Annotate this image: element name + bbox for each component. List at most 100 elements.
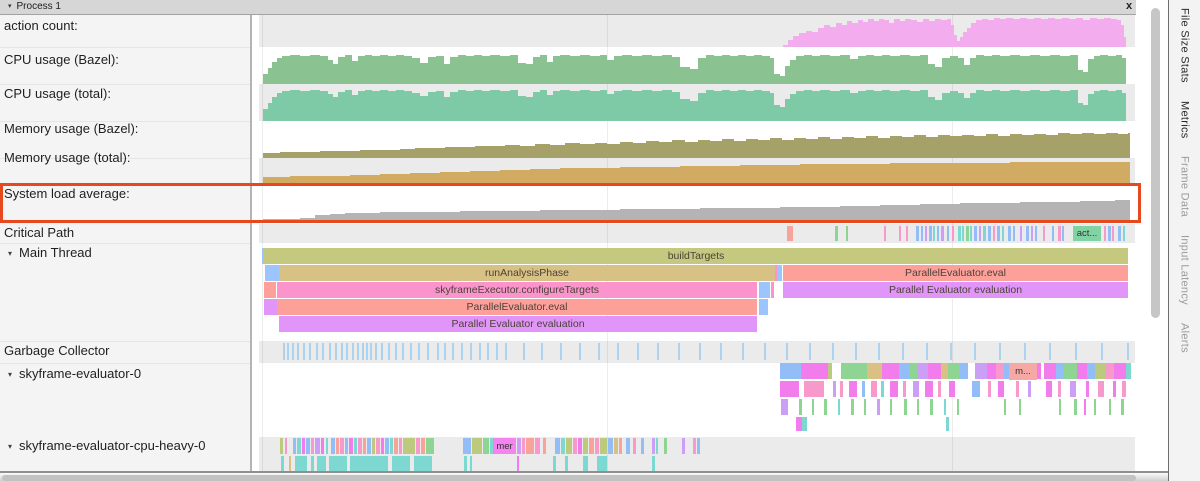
gc-event-tick[interactable] — [999, 343, 1001, 360]
cpuheavy-trace-span[interactable] — [281, 456, 284, 471]
trace-span-labeled[interactable]: Parallel Evaluator evaluation — [783, 282, 1128, 298]
cpuheavy-trace-span[interactable] — [394, 438, 398, 454]
cpuheavy-trace-span[interactable] — [336, 438, 339, 454]
critical-path-event[interactable] — [899, 226, 901, 241]
evaluator0-trace-span[interactable] — [959, 363, 968, 379]
evaluator0-trace-span[interactable] — [801, 363, 828, 379]
evaluator0-trace-span[interactable] — [913, 381, 919, 397]
process-title[interactable]: ▾Process 1 — [8, 1, 61, 12]
evaluator0-trace-span[interactable] — [1106, 363, 1114, 379]
evaluator0-trace-span[interactable] — [928, 363, 941, 379]
cpuheavy-trace-span[interactable] — [403, 438, 415, 454]
gc-event-tick[interactable] — [487, 343, 489, 360]
critical-path-event[interactable] — [1112, 226, 1114, 241]
gc-event-tick[interactable] — [303, 343, 305, 360]
gc-event-tick[interactable] — [357, 343, 359, 360]
evaluator0-trace-span[interactable] — [890, 381, 898, 397]
critical-path-event-labeled[interactable]: act... — [1073, 226, 1101, 241]
counter-chart-cpu-usage-total-[interactable] — [259, 84, 1135, 121]
evaluator0-trace-span[interactable] — [988, 381, 991, 397]
gc-event-tick[interactable] — [479, 343, 481, 360]
cpuheavy-trace-span[interactable] — [517, 438, 521, 454]
cpuheavy-trace-span[interactable] — [464, 456, 467, 471]
gc-event-tick[interactable] — [926, 343, 928, 360]
cpuheavy-trace-span[interactable] — [633, 438, 636, 454]
gc-event-tick[interactable] — [764, 343, 766, 360]
cpuheavy-trace-span[interactable] — [543, 438, 546, 454]
trace-span[interactable] — [265, 265, 279, 281]
cpuheavy-trace-span[interactable] — [553, 456, 556, 471]
gc-event-tick[interactable] — [902, 343, 904, 360]
collapse-arrow-icon[interactable]: ▾ — [8, 249, 12, 258]
gc-event-tick[interactable] — [297, 343, 299, 360]
evaluator0-trace-span[interactable] — [1044, 363, 1056, 379]
evaluator0-trace-span[interactable] — [877, 399, 880, 415]
evaluator0-trace-span[interactable] — [849, 381, 857, 397]
evaluator0-trace-span[interactable] — [780, 363, 801, 379]
counter-chart-memory-usage-bazel-[interactable] — [259, 121, 1135, 158]
gc-event-tick[interactable] — [742, 343, 744, 360]
gc-event-tick[interactable] — [335, 343, 337, 360]
evaluator0-trace-span[interactable] — [851, 399, 854, 415]
gc-event-tick[interactable] — [855, 343, 857, 360]
evaluator0-span-labeled[interactable]: m... — [1009, 363, 1037, 380]
evaluator0-trace-span[interactable] — [1086, 381, 1089, 397]
evaluator0-trace-span[interactable] — [1046, 381, 1052, 397]
critical-path-event[interactable] — [1058, 226, 1061, 241]
gc-event-tick[interactable] — [678, 343, 680, 360]
evaluator0-trace-span[interactable] — [1113, 381, 1116, 397]
cpuheavy-trace-span[interactable] — [317, 456, 326, 471]
critical-path-event[interactable] — [997, 226, 1000, 241]
critical-path-event[interactable] — [787, 226, 793, 241]
cpuheavy-trace-span[interactable] — [565, 456, 568, 471]
evaluator0-trace-span[interactable] — [867, 363, 882, 379]
cpuheavy-trace-span[interactable] — [295, 456, 307, 471]
evaluator0-trace-span[interactable] — [1019, 399, 1021, 415]
gc-event-tick[interactable] — [283, 343, 285, 360]
gc-event-tick[interactable] — [322, 343, 324, 360]
critical-path-event[interactable] — [916, 226, 919, 241]
gc-event-tick[interactable] — [316, 343, 318, 360]
gc-event-tick[interactable] — [699, 343, 701, 360]
gc-event-tick[interactable] — [1049, 343, 1051, 360]
tab-frame-data[interactable]: Frame Data — [1179, 156, 1191, 217]
cpuheavy-trace-span[interactable] — [311, 438, 314, 454]
gc-event-tick[interactable] — [878, 343, 880, 360]
tab-file-size-stats[interactable]: File Size Stats — [1179, 8, 1191, 83]
counter-chart-memory-usage-total-[interactable] — [259, 158, 1135, 185]
cpuheavy-trace-span[interactable] — [399, 438, 402, 454]
evaluator0-trace-span[interactable] — [824, 399, 827, 415]
close-button[interactable]: x — [1122, 0, 1136, 12]
cpuheavy-trace-span[interactable] — [306, 438, 310, 454]
evaluator0-trace-span[interactable] — [1028, 381, 1031, 397]
critical-path-event[interactable] — [1043, 226, 1045, 241]
trace-span-labeled[interactable]: buildTargets — [264, 248, 1128, 264]
gc-event-tick[interactable] — [637, 343, 639, 360]
gc-event-tick[interactable] — [1101, 343, 1103, 360]
evaluator0-trace-span[interactable] — [838, 399, 840, 415]
gc-event-tick[interactable] — [974, 343, 976, 360]
gc-event-tick[interactable] — [362, 343, 364, 360]
evaluator0-trace-span[interactable] — [949, 381, 955, 397]
trace-span-labeled[interactable]: skyframeExecutor.configureTargets — [277, 282, 757, 298]
cpuheavy-trace-span[interactable] — [566, 438, 572, 454]
critical-path-event[interactable] — [929, 226, 932, 241]
tab-alerts[interactable]: Alerts — [1179, 323, 1191, 353]
gc-event-tick[interactable] — [598, 343, 600, 360]
trace-span-labeled[interactable]: Parallel Evaluator evaluation — [279, 316, 757, 332]
critical-path-event[interactable] — [1123, 226, 1125, 241]
cpuheavy-trace-span[interactable] — [381, 438, 384, 454]
cpuheavy-trace-span[interactable] — [414, 456, 432, 471]
cpuheavy-trace-span[interactable] — [682, 438, 685, 454]
gc-event-tick[interactable] — [437, 343, 439, 360]
gc-event-tick[interactable] — [388, 343, 390, 360]
cpuheavy-trace-span[interactable] — [297, 438, 301, 454]
cpuheavy-trace-span[interactable] — [280, 438, 283, 454]
gc-event-tick[interactable] — [381, 343, 383, 360]
critical-path-event[interactable] — [1108, 226, 1111, 241]
evaluator0-trace-span[interactable] — [899, 363, 910, 379]
critical-path-event[interactable] — [952, 226, 954, 241]
thread-label-main-thread[interactable]: ▾Main Thread — [8, 245, 92, 260]
counter-chart-action-count[interactable] — [259, 14, 1135, 47]
vertical-scrollbar-thumb[interactable] — [1151, 8, 1160, 318]
